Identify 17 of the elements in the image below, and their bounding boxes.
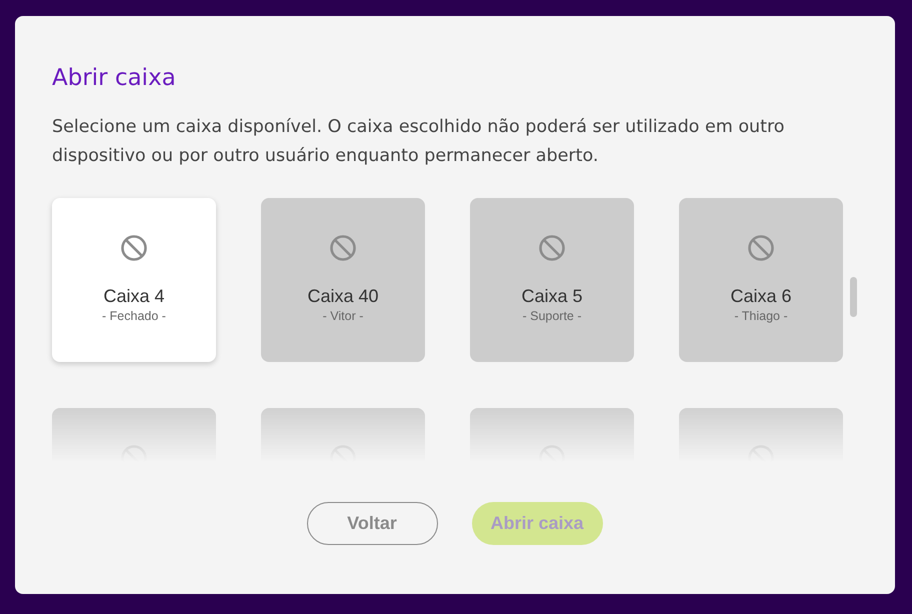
blocked-icon — [121, 235, 147, 261]
dialog-title: Abrir caixa — [52, 65, 177, 91]
register-name: Caixa 40 — [307, 285, 379, 307]
register-name: Caixa 5 — [521, 285, 583, 307]
register-name: Caixa 6 — [730, 285, 792, 307]
register-status: - Thiago - — [734, 308, 788, 324]
scrollbar-thumb[interactable] — [850, 277, 857, 317]
blocked-icon — [748, 235, 774, 261]
blocked-icon — [330, 235, 356, 261]
register-status: - Vitor - — [322, 308, 364, 324]
back-button[interactable]: Voltar — [306, 502, 438, 545]
register-name: Caixa 4 — [103, 285, 165, 307]
register-status: - Fechado - — [102, 308, 166, 324]
register-card[interactable]: Caixa 4 - Fechado - — [52, 198, 216, 362]
blocked-icon — [539, 235, 565, 261]
dialog-description: Selecione um caixa disponível. O caixa escolhido não poderá ser utilizado em outro dispositivo ou por outro usuário enquanto permanecer aberto. — [52, 116, 786, 168]
register-status: - Suporte - — [522, 308, 582, 324]
